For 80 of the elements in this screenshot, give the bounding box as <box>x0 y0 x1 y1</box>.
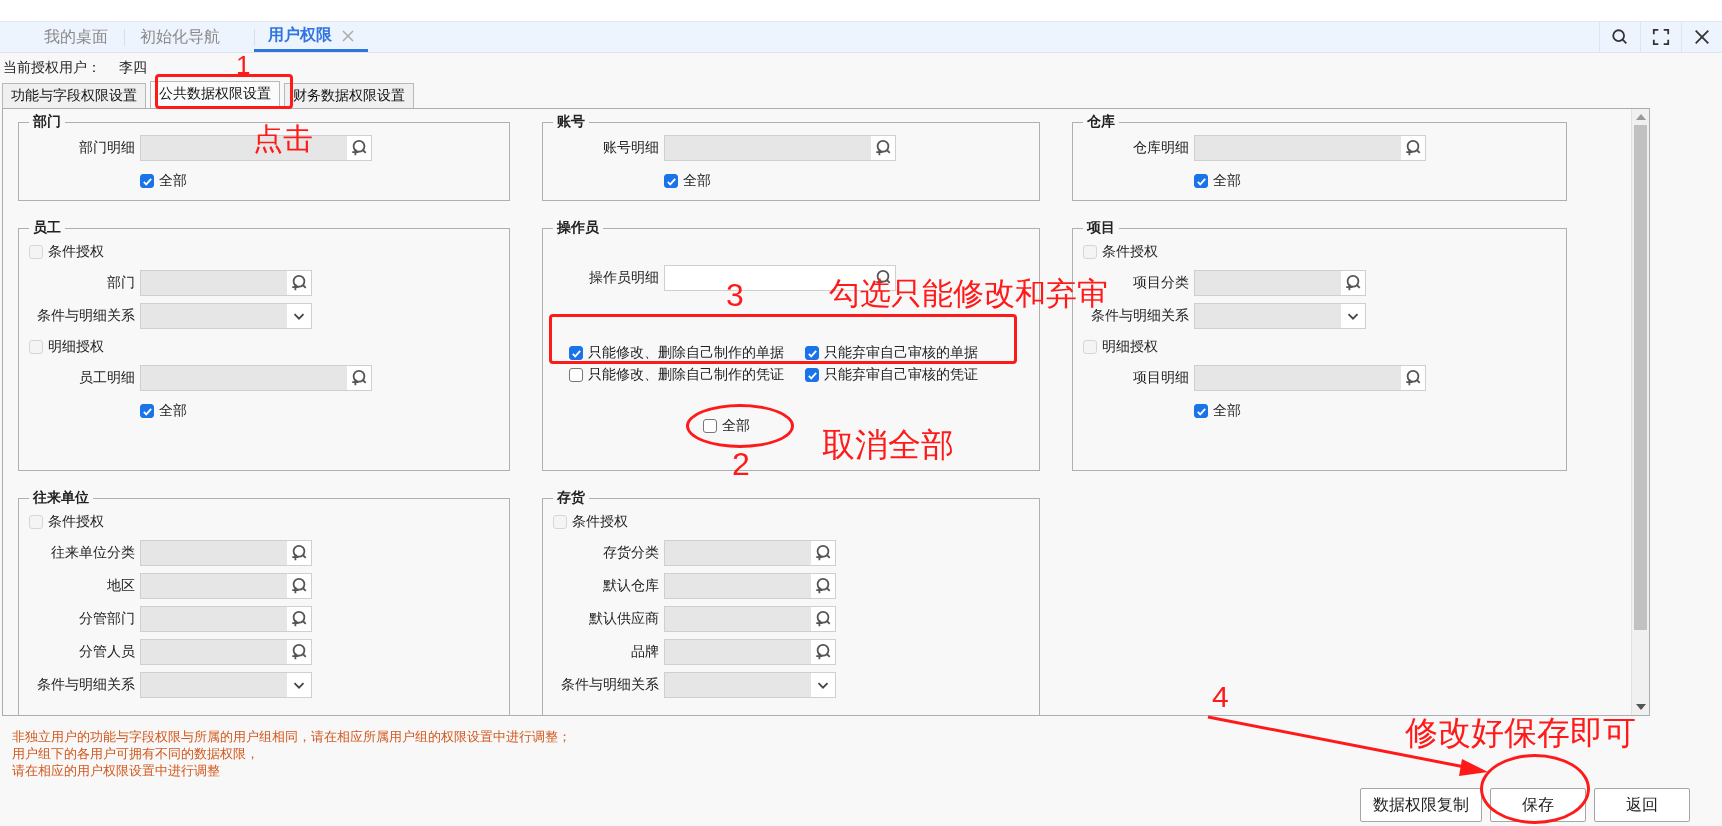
checkbox-label: 全部 <box>721 417 750 435</box>
checkbox[interactable] <box>664 174 678 188</box>
checkbox[interactable] <box>140 174 154 188</box>
annotation-text: 1 <box>236 52 251 78</box>
group-title: 操作员 <box>556 219 600 237</box>
annotation-text: 4 <box>1212 682 1229 712</box>
action-button[interactable]: 返回 <box>1594 788 1690 822</box>
group-title: 仓库 <box>1086 113 1116 131</box>
field-label: 条件与明细关系 <box>1091 307 1189 325</box>
field-label: 账号明细 <box>603 139 659 157</box>
group-title: 账号 <box>556 113 586 131</box>
field-label: 地区 <box>107 577 135 595</box>
checkbox-label: 全部 <box>1213 172 1241 190</box>
checkbox-label: 全部 <box>683 172 711 190</box>
note-text: 用户组下的各用户可拥有不同的数据权限， <box>12 745 260 762</box>
user-name: 李四 <box>119 59 147 77</box>
checkbox[interactable] <box>805 368 819 382</box>
annotation-text: 3 <box>726 279 744 311</box>
field-label: 项目明细 <box>1133 369 1189 387</box>
field-label: 部门明细 <box>79 139 135 157</box>
annotation-text: 2 <box>732 448 750 480</box>
group-title: 存货 <box>556 489 586 507</box>
field-label: 品牌 <box>631 643 659 661</box>
sub-tab[interactable]: 功能与字段权限设置 <box>2 83 146 108</box>
checkbox-label: 条件授权 <box>1102 243 1158 261</box>
checkbox-label: 只能弃审自己审核的单据 <box>824 344 978 362</box>
annotation-text: 修改好保存即可 <box>1405 716 1636 749</box>
scroll-down-icon[interactable] <box>1635 704 1646 710</box>
annotation-text: 取消全部 <box>822 428 954 461</box>
checkbox[interactable] <box>140 404 154 418</box>
checkbox[interactable] <box>569 368 583 382</box>
checkbox-label: 只能修改、删除自己制作的凭证 <box>588 366 784 384</box>
scroll-up-icon[interactable] <box>1635 114 1646 120</box>
checkbox-label: 明细授权 <box>1102 338 1158 356</box>
group-title: 往来单位 <box>32 489 90 507</box>
checkbox-label: 只能修改、删除自己制作的单据 <box>588 344 784 362</box>
group-title: 项目 <box>1085 219 1116 237</box>
checkbox[interactable] <box>1194 404 1208 418</box>
field-label: 默认供应商 <box>589 610 659 628</box>
field-label: 条件与明细关系 <box>37 307 135 325</box>
checkbox[interactable] <box>1194 174 1208 188</box>
field-label: 往来单位分类 <box>51 544 135 562</box>
annotation-text: 点击 <box>253 124 313 154</box>
field-label: 存货分类 <box>603 544 659 562</box>
field-label: 部门 <box>107 274 135 292</box>
annotation-text: 勾选只能修改和弃审 <box>829 278 1108 309</box>
group-title: 部门 <box>32 113 62 131</box>
sub-tab[interactable]: 公共数据权限设置 <box>150 81 280 108</box>
checkbox-label: 全部 <box>1213 402 1241 420</box>
checkbox-label: 条件授权 <box>48 243 104 261</box>
checkbox-label: 条件授权 <box>48 513 104 531</box>
note-text: 非独立用户的功能与字段权限与所属的用户组相同，请在相应所属用户组的权限设置中进行调整； <box>12 728 572 745</box>
checkbox-label: 全部 <box>159 402 187 420</box>
checkbox[interactable] <box>569 346 583 360</box>
field-label: 仓库明细 <box>1133 139 1189 157</box>
checkbox[interactable] <box>805 346 819 360</box>
field-label: 条件与明细关系 <box>37 676 135 694</box>
sub-tab[interactable]: 财务数据权限设置 <box>284 83 414 108</box>
tab[interactable]: 用户权限 <box>254 22 368 52</box>
checkbox-label: 明细授权 <box>48 338 104 356</box>
search-icon[interactable] <box>1611 28 1629 46</box>
checkbox-label: 只能弃审自己审核的凭证 <box>824 366 978 384</box>
fullscreen-icon[interactable] <box>1652 28 1670 46</box>
field-label: 分管人员 <box>79 643 135 661</box>
field-label: 操作员明细 <box>589 269 659 287</box>
action-button[interactable]: 保存 <box>1490 788 1586 822</box>
checkbox-label: 条件授权 <box>572 513 628 531</box>
field-label: 分管部门 <box>79 610 135 628</box>
close-icon[interactable] <box>1693 28 1711 46</box>
field-label: 条件与明细关系 <box>561 676 659 694</box>
action-button[interactable]: 数据权限复制 <box>1360 788 1482 822</box>
field-label: 默认仓库 <box>603 577 659 595</box>
field-label: 项目分类 <box>1133 274 1189 292</box>
user-label: 当前授权用户： <box>3 59 101 77</box>
note-text: 请在相应的用户权限设置中进行调整 <box>12 762 221 779</box>
checkbox-label: 全部 <box>159 172 187 190</box>
scrollbar[interactable] <box>1631 109 1649 715</box>
checkbox[interactable] <box>702 419 717 433</box>
field-label: 员工明细 <box>79 369 135 387</box>
group-title: 员工 <box>32 219 62 237</box>
